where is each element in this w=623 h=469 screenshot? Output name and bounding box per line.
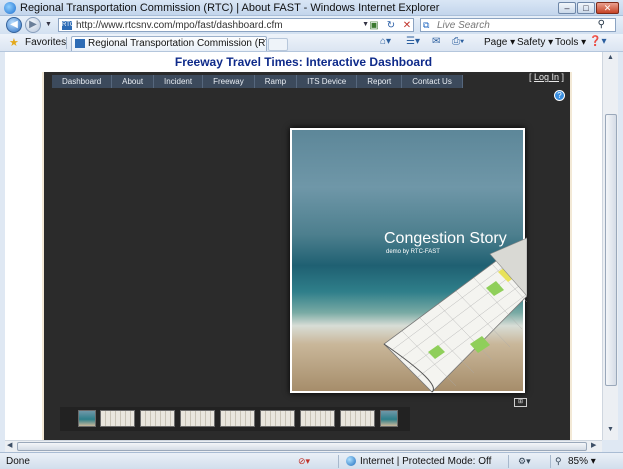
tab-label[interactable]: Regional Transportation Commission (RTC)…	[88, 38, 266, 49]
page-thumbnail[interactable]	[220, 410, 255, 427]
separator	[508, 455, 509, 468]
separator	[338, 455, 339, 468]
page-thumbnail[interactable]	[100, 410, 135, 427]
page-thumbnail[interactable]	[140, 410, 175, 427]
menu-ramp[interactable]: Ramp	[255, 75, 298, 88]
window-title: Regional Transportation Commission (RTC)…	[20, 2, 440, 14]
help-icon[interactable]: ?	[554, 90, 565, 101]
security-zone-text[interactable]: Internet | Protected Mode: Off	[360, 456, 491, 467]
address-bar: ◀ ▶ ▼ RTC http://www.rtcsnv.com/mpo/fast…	[0, 16, 623, 34]
vertical-scroll-thumb[interactable]	[605, 114, 617, 386]
search-placeholder[interactable]: Live Search	[437, 20, 490, 31]
internet-zone-icon	[346, 456, 356, 466]
live-search-icon: ⧉	[423, 20, 430, 30]
favorites-button[interactable]: Favorites	[25, 37, 66, 48]
status-bar: Done ⊘▾ Internet | Protected Mode: Off ⚙…	[0, 452, 623, 469]
menu-contact-us[interactable]: Contact Us	[402, 75, 463, 88]
scroll-left-icon[interactable]: ◀	[7, 441, 12, 449]
history-dropdown-icon[interactable]: ▼	[45, 21, 52, 28]
compatibility-icon[interactable]: ▣	[368, 20, 380, 31]
search-icon[interactable]: ⚲	[598, 19, 605, 30]
menu-its-device[interactable]: ITS Device	[297, 75, 358, 88]
dashboard-panel: [ Log In ] Dashboard About Incident Free…	[42, 72, 572, 440]
address-field[interactable]: RTC http://www.rtcsnv.com/mpo/fast/dashb…	[58, 18, 414, 32]
page-thumbnail[interactable]	[260, 410, 295, 427]
help-menu-icon[interactable]: ❓▾	[589, 36, 606, 47]
separator	[66, 37, 67, 49]
login-link[interactable]: [ Log In ]	[529, 72, 564, 82]
maximize-button[interactable]: □	[577, 2, 595, 14]
popup-blocker-icon[interactable]: ⊘▾	[298, 456, 310, 467]
manage-addons-icon[interactable]: ⚙▾	[518, 456, 531, 467]
feeds-icon[interactable]: ☰▾	[406, 36, 420, 47]
back-button[interactable]: ◀	[6, 17, 22, 33]
refresh-icon[interactable]: ↻	[385, 20, 397, 31]
ie-logo-icon	[4, 2, 16, 14]
page-thumbnail[interactable]	[78, 410, 96, 427]
menu-report[interactable]: Report	[357, 75, 403, 88]
new-tab-button[interactable]	[268, 38, 288, 51]
status-text: Done	[6, 456, 30, 467]
menu-about[interactable]: About	[112, 75, 155, 88]
scroll-up-icon[interactable]: ▲	[605, 54, 616, 65]
vertical-scrollbar[interactable]: ▲ ▼	[602, 52, 618, 440]
menu-incident[interactable]: Incident	[154, 75, 204, 88]
minimize-button[interactable]: –	[558, 2, 576, 14]
print-icon[interactable]: ⎙▾	[452, 36, 464, 47]
favorites-bar: ★ Favorites Regional Transportation Comm…	[0, 34, 623, 52]
address-url[interactable]: http://www.rtcsnv.com/mpo/fast/dashboard…	[76, 20, 283, 31]
horizontal-scroll-thumb[interactable]	[17, 442, 587, 451]
horizontal-scrollbar[interactable]: ◀ ▶	[5, 440, 602, 452]
close-button[interactable]: ✕	[596, 2, 619, 14]
book-options-icon[interactable]: ⊞	[514, 398, 527, 407]
search-field[interactable]: ⧉ Live Search ⚲	[420, 18, 616, 32]
site-favicon-icon: RTC	[62, 21, 75, 30]
page-thumbnail[interactable]	[340, 410, 375, 427]
dashboard-menu: Dashboard About Incident Freeway Ramp IT…	[52, 75, 463, 88]
favorites-star-icon[interactable]: ★	[9, 36, 19, 49]
page-curl-corner[interactable]	[372, 234, 527, 396]
tab-favicon-icon	[75, 39, 85, 48]
scroll-right-icon[interactable]: ▶	[591, 441, 596, 449]
page-menu[interactable]: Page ▾	[484, 37, 515, 48]
zoom-level[interactable]: 85% ▾	[568, 456, 596, 467]
page-title: Freeway Travel Times: Interactive Dashbo…	[174, 55, 433, 69]
stop-icon[interactable]: ✕	[401, 20, 413, 31]
mail-icon[interactable]: ✉	[432, 36, 440, 47]
home-icon[interactable]: ⌂▾	[380, 36, 391, 47]
separator	[550, 455, 551, 468]
page-thumbnail[interactable]	[380, 410, 398, 427]
browser-tab[interactable]: Regional Transportation Commission (RTC)…	[71, 36, 267, 51]
page-viewport: Freeway Travel Times: Interactive Dashbo…	[5, 52, 602, 440]
zoom-icon[interactable]: ⚲	[555, 456, 562, 467]
safety-menu[interactable]: Safety ▾	[517, 37, 553, 48]
title-bar: Regional Transportation Commission (RTC)…	[0, 0, 623, 16]
thumbnail-strip	[60, 407, 410, 431]
tools-menu[interactable]: Tools ▾	[555, 37, 586, 48]
flipbook[interactable]: Congestion Story demo by RTC-FAST	[290, 128, 527, 396]
page-thumbnail[interactable]	[180, 410, 215, 427]
scroll-down-icon[interactable]: ▼	[605, 426, 616, 437]
menu-freeway[interactable]: Freeway	[203, 75, 255, 88]
menu-dashboard[interactable]: Dashboard	[52, 75, 113, 88]
forward-button[interactable]: ▶	[25, 17, 41, 33]
page-thumbnail[interactable]	[300, 410, 335, 427]
